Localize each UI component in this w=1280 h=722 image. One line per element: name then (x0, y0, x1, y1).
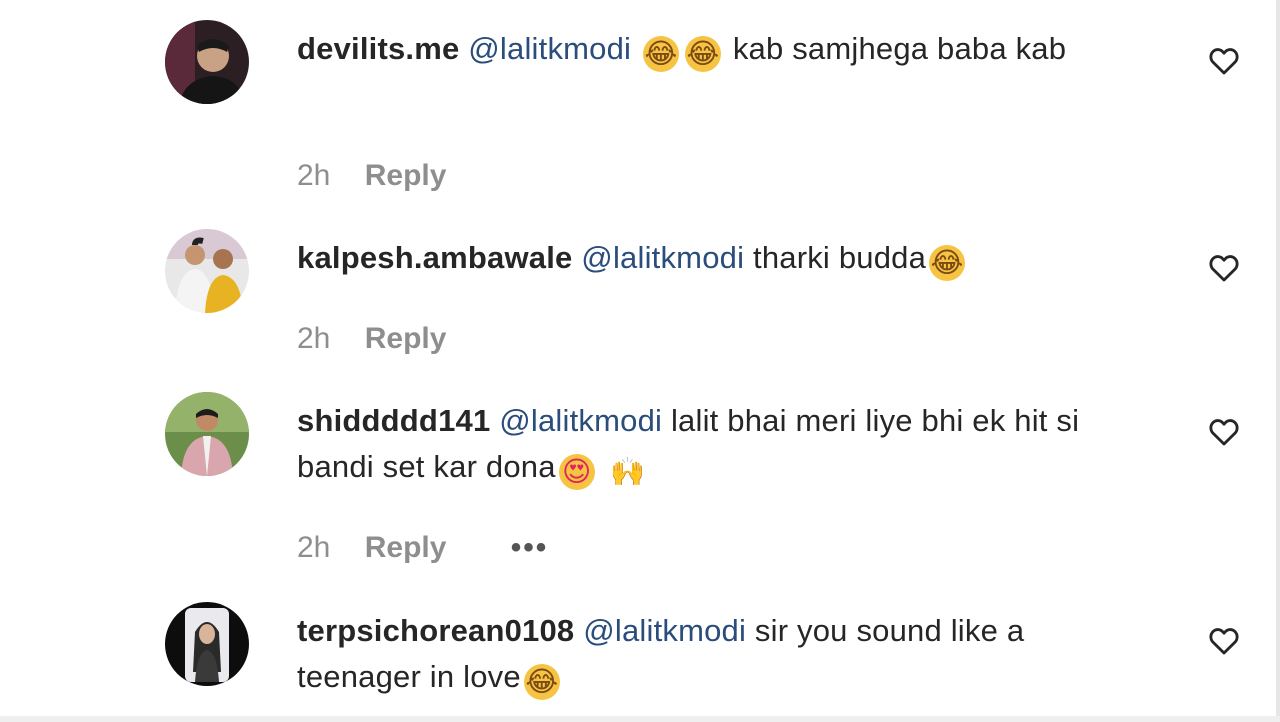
avatar[interactable] (165, 392, 249, 476)
comment-meta: 2h Reply (297, 319, 446, 359)
comment-mention[interactable]: @lalitkmodi (499, 403, 662, 438)
laughing-emoji-icon: 😂 (642, 36, 679, 72)
comment-username[interactable]: shiddddd141 (297, 403, 490, 438)
comment-text: tharki budda (753, 240, 927, 275)
comment-body: terpsichorean0108 @lalitkmodi sir you so… (297, 608, 1127, 700)
comment-time: 2h (297, 531, 331, 564)
comment-body: devilits.me @lalitkmodi 😂 😂 kab samjhega … (297, 26, 1127, 72)
like-button[interactable] (1207, 415, 1241, 449)
laughing-emoji-icon: 😂 (929, 245, 966, 281)
comment-mention[interactable]: @lalitkmodi (468, 31, 631, 66)
heart-outline-icon (1209, 48, 1239, 75)
comment-meta: 2h Reply ••• (297, 528, 548, 568)
comment-body: shiddddd141 @lalitkmodi lalit bhai meri … (297, 398, 1127, 490)
avatar[interactable] (165, 229, 249, 313)
avatar[interactable] (165, 602, 249, 686)
heart-outline-icon (1209, 419, 1239, 446)
laughing-emoji-icon: 😂 (523, 664, 560, 700)
like-button[interactable] (1207, 624, 1241, 658)
window-edge-right (1276, 0, 1280, 722)
comment-username[interactable]: kalpesh.ambawale (297, 240, 572, 275)
reply-button[interactable]: Reply (365, 319, 447, 359)
reply-button[interactable]: Reply (365, 528, 447, 568)
like-button[interactable] (1207, 44, 1241, 78)
window-edge-bottom (0, 716, 1280, 722)
laughing-emoji-icon: 😂 (684, 36, 721, 72)
like-button[interactable] (1207, 251, 1241, 285)
comment-mention[interactable]: @lalitkmodi (583, 613, 746, 648)
heart-outline-icon (1209, 628, 1239, 655)
comment-mention[interactable]: @lalitkmodi (581, 240, 744, 275)
raising-hands-emoji-icon: 🙌 (609, 455, 646, 488)
comment-text: kab samjhega baba kab (732, 31, 1067, 66)
comment-time: 2h (297, 322, 331, 355)
avatar[interactable] (165, 20, 249, 104)
heart-eyes-emoji-icon: 😍 (558, 454, 595, 490)
comment-username[interactable]: devilits.me (297, 31, 459, 66)
heart-outline-icon (1209, 255, 1239, 282)
comment-meta: 2h Reply (297, 156, 446, 196)
comment-body: kalpesh.ambawale @lalitkmodi tharki budd… (297, 235, 1127, 281)
more-options-button[interactable]: ••• (511, 528, 549, 568)
comment-time: 2h (297, 159, 331, 192)
reply-button[interactable]: Reply (365, 156, 447, 196)
comment-username[interactable]: terpsichorean0108 (297, 613, 574, 648)
